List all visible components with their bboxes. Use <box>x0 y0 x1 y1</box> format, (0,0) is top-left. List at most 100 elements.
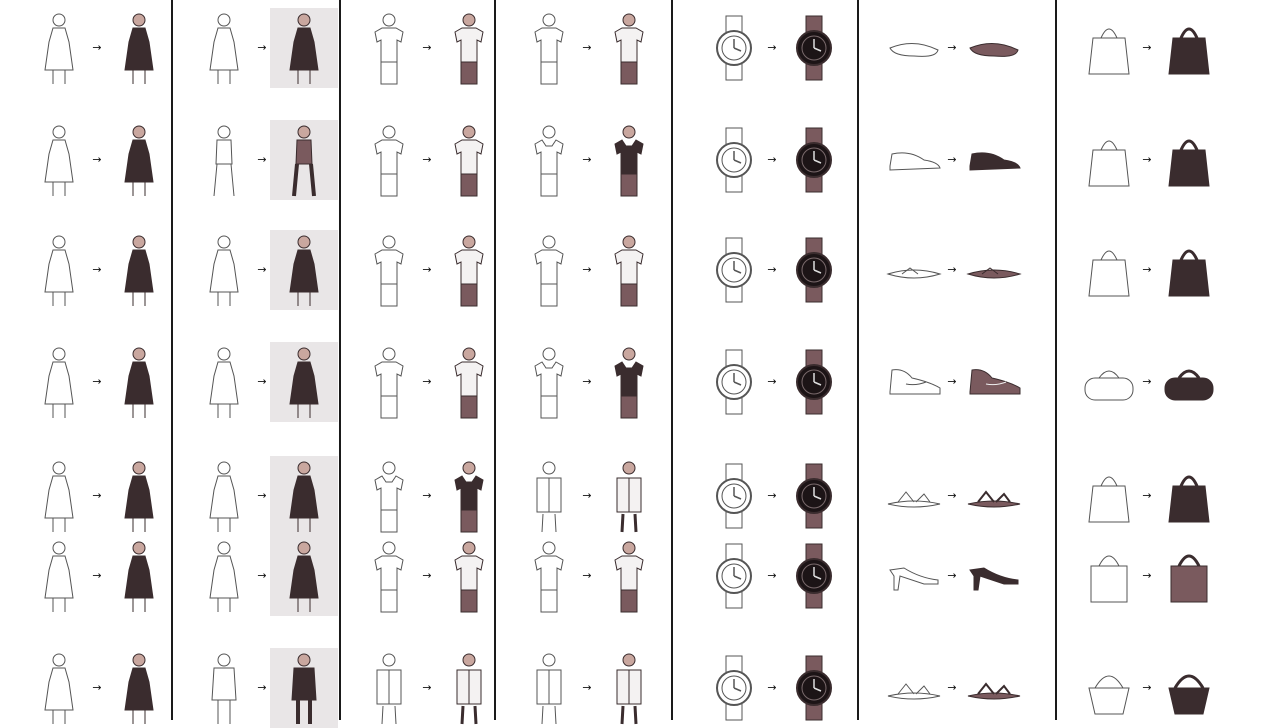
sketch-photo-pair: → <box>180 230 338 310</box>
sketch-photo-pair: → <box>180 342 338 422</box>
photo-tshirt-icon <box>435 456 503 536</box>
arrow-right-icon: → <box>92 41 102 54</box>
sketch-photo-pair: → <box>690 536 840 616</box>
sketch-woman-figure-icon <box>190 8 258 88</box>
sketch-photo-pair: → <box>505 230 655 310</box>
sketch-photo-pair: → <box>345 120 495 200</box>
photo-shoe-icon <box>960 536 1028 616</box>
sketch-photo-pair: → <box>505 536 655 616</box>
arrow-right-icon: → <box>257 375 267 388</box>
photo-tshirt-icon <box>435 8 503 88</box>
arrow-right-icon: → <box>92 263 102 276</box>
arrow-right-icon: → <box>767 681 777 694</box>
sketch-polo-icon <box>515 648 583 728</box>
photo-woman-figure-icon <box>270 120 338 200</box>
photo-watch-icon <box>780 342 848 422</box>
sketch-photo-pair: → <box>15 342 165 422</box>
sketch-dress-icon <box>25 648 93 728</box>
arrow-right-icon: → <box>947 263 957 276</box>
photo-dress-icon <box>105 8 173 88</box>
sketch-shoe-icon <box>880 120 948 200</box>
photo-woman-figure-icon <box>270 230 338 310</box>
sketch-photo-pair: → <box>870 120 1021 200</box>
photo-dress-icon <box>105 120 173 200</box>
photo-handbag-icon <box>1155 536 1223 616</box>
sketch-watch-icon <box>700 536 768 616</box>
photo-polo-icon <box>595 230 663 310</box>
arrow-right-icon: → <box>422 153 432 166</box>
sketch-tshirt-icon <box>355 8 423 88</box>
sketch-woman-figure-icon <box>190 230 258 310</box>
sketch-photo-pair: → <box>690 342 840 422</box>
photo-polo-icon <box>595 120 663 200</box>
arrow-right-icon: → <box>422 681 432 694</box>
sketch-photo-pair: → <box>345 536 495 616</box>
sketch-watch-icon <box>700 648 768 728</box>
sketch-photo-pair: → <box>15 456 165 536</box>
sketch-photo-pair: → <box>180 648 338 728</box>
sketch-shoe-icon <box>880 536 948 616</box>
sketch-tshirt-icon <box>355 648 423 728</box>
arrow-right-icon: → <box>422 489 432 502</box>
sketch-polo-icon <box>515 342 583 422</box>
sketch-photo-pair: → <box>1065 120 1215 200</box>
sketch-photo-pair: → <box>690 648 840 728</box>
sketch-dress-icon <box>25 120 93 200</box>
arrow-right-icon: → <box>92 681 102 694</box>
photo-woman-figure-icon <box>270 8 338 88</box>
photo-dress-icon <box>105 536 173 616</box>
arrow-right-icon: → <box>947 681 957 694</box>
sketch-dress-icon <box>25 456 93 536</box>
arrow-right-icon: → <box>92 569 102 582</box>
sketch-tshirt-icon <box>355 230 423 310</box>
sketch-photo-pair: → <box>180 120 338 200</box>
arrow-right-icon: → <box>767 41 777 54</box>
sketch-photo-pair: → <box>15 120 165 200</box>
photo-watch-icon <box>780 456 848 536</box>
sketch-dress-icon <box>25 230 93 310</box>
photo-handbag-icon <box>1155 342 1223 422</box>
sketch-shoe-icon <box>880 456 948 536</box>
sketch-photo-pair: → <box>870 8 1020 88</box>
sketch-photo-pair: → <box>1065 230 1215 310</box>
photo-handbag-icon <box>1155 648 1223 728</box>
arrow-right-icon: → <box>582 375 592 388</box>
arrow-right-icon: → <box>257 489 267 502</box>
sketch-shoe-icon <box>880 342 948 422</box>
sketch-photo-pair: → <box>690 120 840 200</box>
sketch-photo-pair: → <box>345 342 495 422</box>
sketch-photo-pair: → <box>345 230 495 310</box>
arrow-right-icon: → <box>947 41 957 54</box>
sketch-handbag-icon <box>1075 342 1143 422</box>
sketch-photo-pair: → <box>1065 342 1215 422</box>
sketch-photo-pair: → <box>1065 536 1215 616</box>
sketch-handbag-icon <box>1075 456 1143 536</box>
arrow-right-icon: → <box>1142 489 1152 502</box>
photo-tshirt-icon <box>435 342 503 422</box>
photo-polo-icon <box>595 648 663 728</box>
photo-dress-icon <box>105 648 173 728</box>
arrow-right-icon: → <box>257 41 267 54</box>
sketch-handbag-icon <box>1075 120 1143 200</box>
photo-handbag-icon <box>1155 120 1223 200</box>
sketch-photo-pair: → <box>180 536 338 616</box>
sketch-photo-pair: → <box>15 536 165 616</box>
column-divider <box>857 0 859 720</box>
sketch-watch-icon <box>700 456 768 536</box>
sketch-woman-figure-icon <box>190 648 258 728</box>
photo-watch-icon <box>780 536 848 616</box>
arrow-right-icon: → <box>257 153 267 166</box>
photo-polo-icon <box>595 342 663 422</box>
arrow-right-icon: → <box>767 569 777 582</box>
photo-shoe-icon <box>960 648 1028 728</box>
sketch-photo-pair: → <box>870 536 1020 616</box>
arrow-right-icon: → <box>767 263 777 276</box>
arrow-right-icon: → <box>92 489 102 502</box>
sketch-dress-icon <box>25 536 93 616</box>
arrow-right-icon: → <box>257 263 267 276</box>
sketch-woman-figure-icon <box>190 456 258 536</box>
arrow-right-icon: → <box>582 489 592 502</box>
sketch-shoe-icon <box>880 8 948 88</box>
sketch-tshirt-icon <box>355 120 423 200</box>
sketch-photo-pair: → <box>505 120 655 200</box>
